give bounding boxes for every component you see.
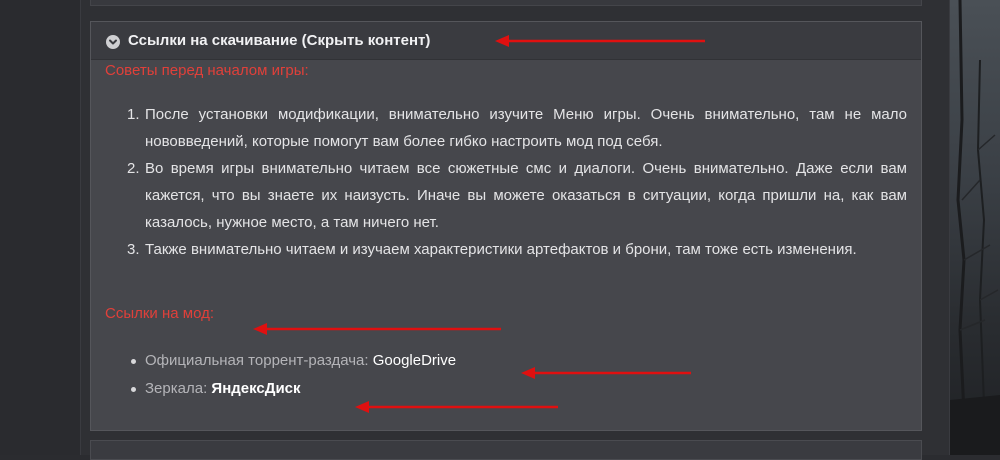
- bullet: [131, 387, 136, 392]
- list-item: Официальная торрент-раздача: GoogleDrive: [127, 347, 456, 375]
- page-background-left: [0, 0, 80, 455]
- link-label: Официальная торрент-раздача:: [145, 352, 373, 369]
- spoiler-title[interactable]: Ссылки на скачивание (Скрыть контент): [128, 32, 430, 49]
- tree-silhouette: [950, 0, 1000, 455]
- item-text: Также внимательно читаем и изучаем харак…: [145, 241, 857, 258]
- annotation-arrow-icon: [495, 35, 705, 47]
- list-item: Зеркала: ЯндексДиск: [127, 375, 456, 403]
- list-item: 3. Также внимательно читаем и изучаем ха…: [127, 236, 907, 263]
- list-item: 1. После установки модификации, внимател…: [127, 101, 907, 155]
- item-number: 1.: [127, 106, 140, 123]
- chevron-down-circle-icon[interactable]: [106, 35, 120, 49]
- tips-heading: Советы перед началом игры:: [105, 62, 309, 79]
- links-list: Официальная торрент-раздача: GoogleDrive…: [127, 347, 456, 403]
- item-text: Во время игры внимательно читаем все сюж…: [145, 160, 907, 231]
- download-links-spoiler: Ссылки на скачивание (Скрыть контент) Со…: [90, 21, 922, 431]
- annotation-arrow-icon: [253, 323, 501, 335]
- tips-list: 1. После установки модификации, внимател…: [127, 101, 907, 263]
- annotation-arrow-icon: [355, 401, 558, 413]
- list-item: 2. Во время игры внимательно читаем все …: [127, 155, 907, 236]
- item-number: 2.: [127, 160, 140, 177]
- link-label: Зеркала:: [145, 380, 212, 397]
- previous-block: [90, 0, 922, 6]
- links-heading: Ссылки на мод:: [105, 305, 215, 322]
- bullet: [131, 359, 136, 364]
- annotation-arrow-icon: [521, 367, 691, 379]
- item-text: После установки модификации, внимательно…: [145, 106, 907, 150]
- background-art: [950, 0, 1000, 455]
- yandex-disk-link[interactable]: ЯндексДиск: [211, 380, 300, 397]
- next-block: [90, 440, 922, 460]
- googledrive-link[interactable]: GoogleDrive: [373, 352, 456, 369]
- item-number: 3.: [127, 241, 140, 258]
